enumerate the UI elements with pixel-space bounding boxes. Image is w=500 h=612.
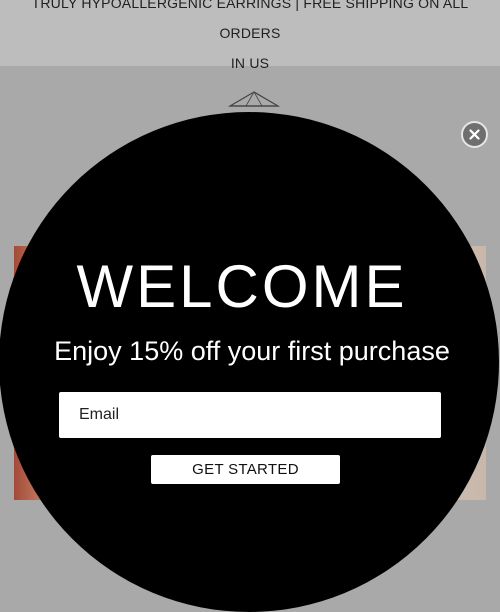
announcement-line-1: TRULY HYPOALLERGENIC EARRINGS | FREE SHI…	[31, 0, 469, 41]
close-button[interactable]	[461, 121, 488, 148]
popup-title: WELCOME	[76, 253, 408, 320]
get-started-button[interactable]: GET STARTED	[151, 455, 340, 484]
email-field[interactable]	[59, 392, 441, 438]
announcement-bar: TRULY HYPOALLERGENIC EARRINGS | FREE SHI…	[0, 0, 500, 71]
popup-subtitle: Enjoy 15% off your first purchase	[54, 336, 450, 366]
announcement-line-2: IN US	[230, 55, 270, 71]
close-icon	[469, 129, 480, 140]
